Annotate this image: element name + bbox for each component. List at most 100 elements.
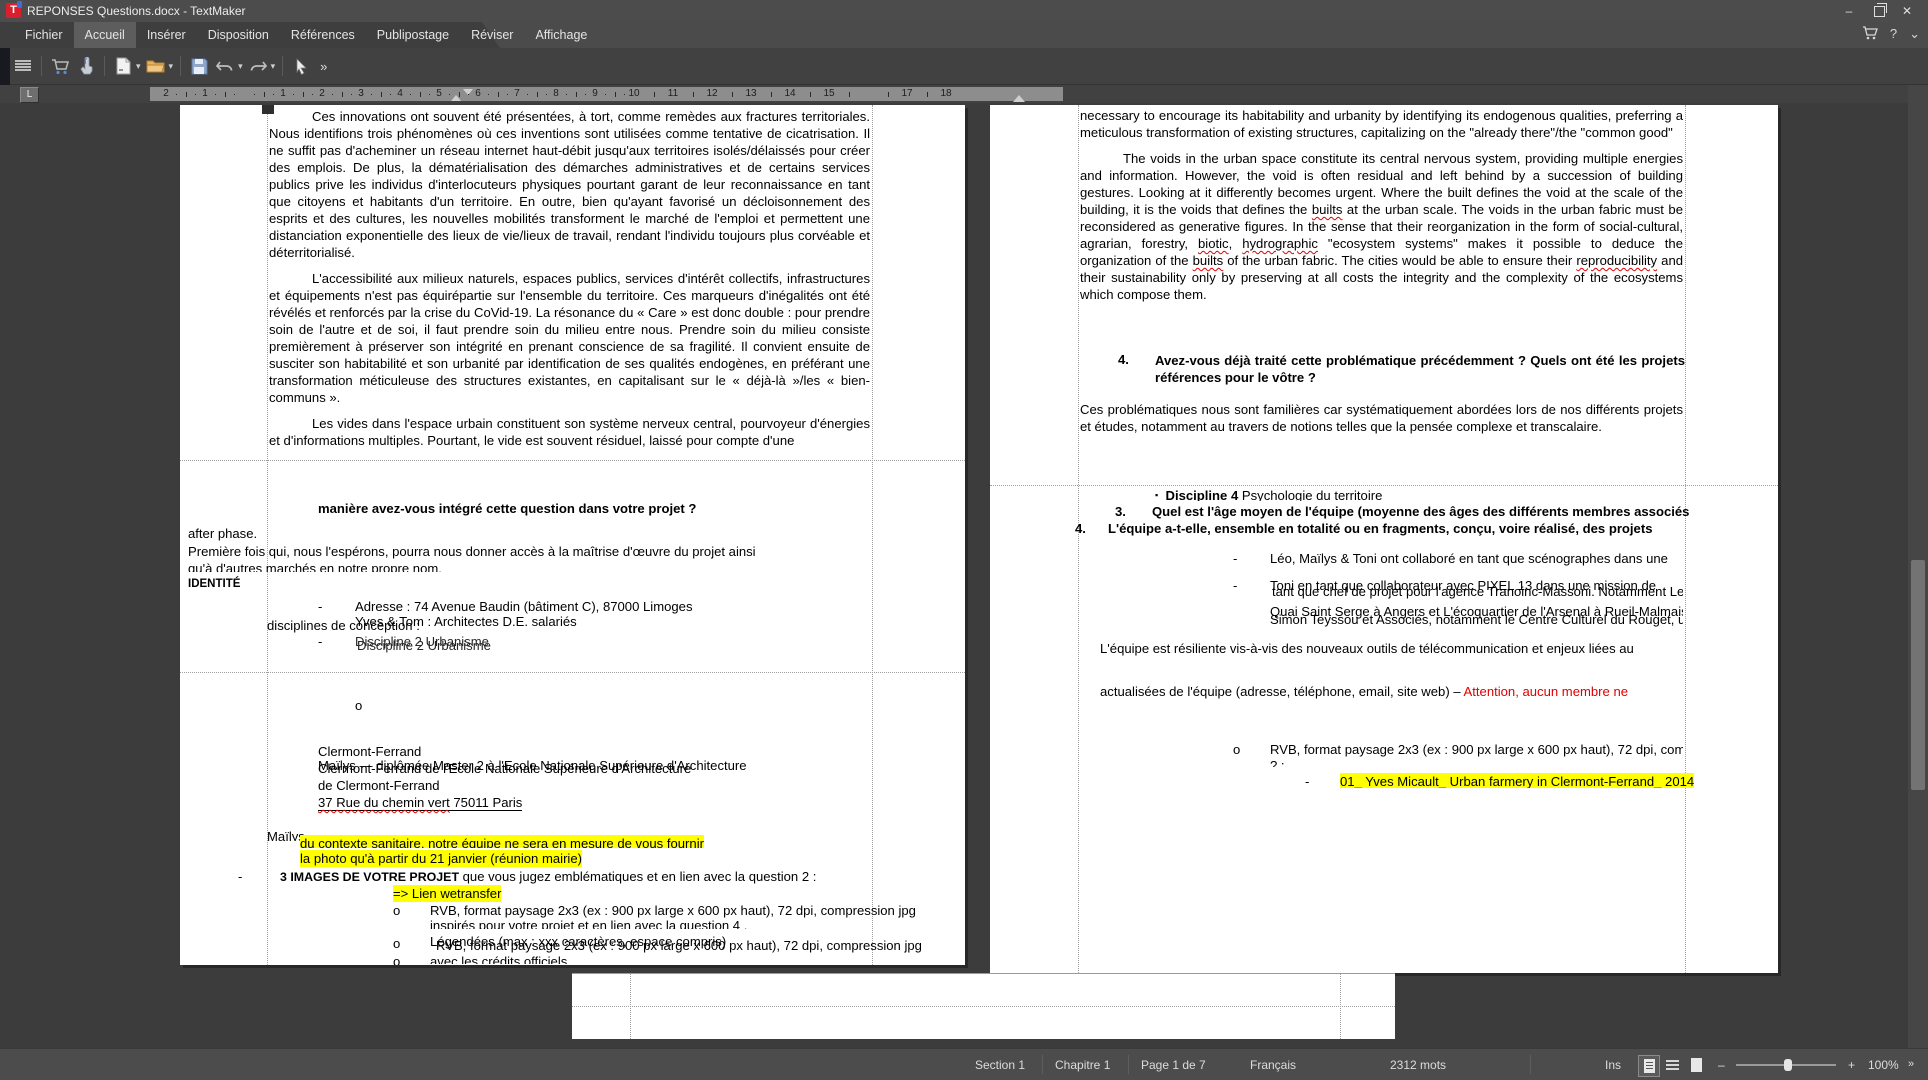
touch-mode-icon[interactable] [73,53,99,79]
status-chapter[interactable]: Chapitre 1 [1055,1058,1110,1072]
open-folder-dropdown-icon[interactable]: ▾ [169,61,174,72]
ruler-mark: 14 [784,88,795,99]
restore-button[interactable] [1866,2,1892,20]
undo-dropdown-icon[interactable]: ▾ [238,61,243,72]
cart-icon[interactable] [1862,26,1878,43]
overlapped-text: Toni en tant que collaborateur avec PIXE… [1270,577,1683,601]
textmaker-app-icon: T [6,3,21,18]
text-line: Léo, Maïlys & Toni ont collaboré en tant… [1270,550,1668,567]
highlighted-line: la photo qu'à partir du 21 janvier (réun… [300,850,582,867]
text-line: 3 IMAGES DE VOTRE PROJET que vous jugez … [280,868,816,886]
question-4b-heading: L'équipe a-t-elle, ensemble en totalité … [1108,520,1652,537]
text-line: actualisées de l'équipe (adresse, téléph… [1100,683,1683,700]
text-line: after phase. [188,525,257,542]
address-line: 37 Rue du chemin vert 75011 Paris [318,794,522,811]
redo-icon[interactable] [245,53,271,79]
menu-disposition[interactable]: Disposition [197,22,280,48]
menu-fichier[interactable]: Fichier [14,22,74,48]
paragraph: The voids in the urban space constitute … [1080,150,1683,303]
text-line: IDENTITÉ [188,576,240,587]
highlighted-line: du contexte sanitaire, notre équipe ne s… [300,835,704,848]
ruler-mark: 1 [202,88,208,99]
minimize-button[interactable]: – [1836,2,1862,20]
redo-dropdown-icon[interactable]: ▾ [271,61,276,72]
hamburger-icon[interactable] [10,53,36,79]
status-section[interactable]: Section 1 [975,1058,1025,1072]
overlapped-text: Légendées (max : xxx caractères, espace … [430,933,870,953]
page2-top-text: necessary to encourage its habitability … [1080,107,1683,312]
status-bar: Section 1 Chapitre 1 Page 1 de 7 Françai… [0,1048,1928,1080]
ruler-mark: 12 [706,88,717,99]
view-draft-icon[interactable] [1662,1055,1682,1075]
overlapped-text: Quai Saint Serge à Angers et L'écoquarti… [1270,603,1683,629]
toolbar-overflow-icon[interactable]: » [320,59,327,74]
list-dash: - [1305,773,1309,790]
view-normal-icon[interactable] [1638,1055,1660,1077]
text-line: ▪ Discipline 4 Psychologie du territoire [1155,487,1382,501]
paragraph: Les vides dans l'espace urbain constitue… [269,415,870,449]
list-bullet: o [355,697,362,714]
right-indent-marker[interactable] [1013,95,1025,102]
question-3-number: 3. [1115,503,1126,520]
vertical-scrollbar[interactable] [1908,85,1928,1048]
zoom-slider-thumb[interactable] [1784,1059,1792,1071]
status-word-count[interactable]: 2312 mots [1390,1058,1446,1072]
new-document-icon[interactable] [110,53,136,79]
title-bar: T REPONSES Questions.docx - TextMaker – … [0,0,1928,22]
scrollbar-thumb[interactable] [1911,560,1925,790]
left-indent-marker[interactable] [451,95,461,101]
undo-icon[interactable] [212,53,238,79]
list-dash: - [238,868,242,885]
status-language[interactable]: Français [1250,1058,1296,1072]
menu-inserer[interactable]: Insérer [136,22,197,48]
paragraph: Ces innovations ont souvent été présenté… [269,108,870,261]
open-folder-icon[interactable] [143,53,169,79]
list-bullet: o [1233,741,1240,758]
ruler-mark: 1 [280,88,286,99]
page-3-partial[interactable] [572,973,1395,1039]
question-3-heading: Quel est l'âge moyen de l'équipe (moyenn… [1152,503,1689,520]
zoom-in-button[interactable]: + [1848,1058,1855,1072]
new-document-dropdown-icon[interactable]: ▾ [136,61,141,72]
ruler-mark: 3 [358,88,364,99]
ruler-mark: 7 [514,88,520,99]
paragraph: Ces problématiques nous sont familières … [1080,401,1683,444]
zoom-out-button[interactable]: – [1718,1058,1725,1072]
heading: manière avez-vous intégré cette question… [318,500,696,517]
chevron-down-icon[interactable]: ⌄ [1909,26,1920,43]
ruler-mark: 8 [553,88,559,99]
close-button[interactable]: ✕ [1894,2,1920,20]
ruler-mark: 13 [745,88,756,99]
view-preview-icon[interactable] [1686,1055,1706,1075]
list-dash: - [318,633,322,650]
page-1[interactable]: Ces innovations ont souvent été présenté… [180,105,965,965]
help-icon[interactable]: ? [1890,26,1897,43]
list-bullet: o [393,953,400,965]
zoom-slider-track[interactable] [1736,1064,1836,1066]
question-4-heading: 4. Avez-vous déjà traité cette problémat… [1118,352,1685,386]
ruler-mark: 11 [668,88,678,99]
menu-references[interactable]: Références [280,22,366,48]
cart-icon[interactable] [47,53,73,79]
ruler-mark: 2 [319,88,325,99]
page-2[interactable]: necessary to encourage its habitability … [990,105,1778,973]
ruler-mark: 5 [436,88,442,99]
save-icon[interactable] [186,53,212,79]
tab-stop-selector[interactable]: L [20,87,39,103]
zoom-level[interactable]: 100% [1868,1058,1899,1072]
ruler-track[interactable]: 211234567891011121314151718 [150,87,1063,101]
select-cursor-icon[interactable] [288,53,314,79]
text-line: L'équipe est résiliente vis-à-vis des no… [1100,640,1683,657]
menu-publipostage[interactable]: Publipostage [366,22,460,48]
ruler-mark: 6 [475,88,481,99]
menu-affichage[interactable]: Affichage [524,22,598,48]
status-page[interactable]: Page 1 de 7 [1141,1058,1206,1072]
menu-bar: Fichier Accueil Insérer Disposition Réfé… [0,22,1928,48]
ruler-mark: 17 [901,88,912,99]
statusbar-overflow-icon[interactable]: » [1908,1058,1914,1070]
text-line: inspirés pour votre projet et en lien av… [430,917,747,929]
text-line: qu'à d'autres marchés en notre propre no… [188,560,442,572]
menu-reviser[interactable]: Réviser [460,22,524,48]
menu-accueil[interactable]: Accueil [74,22,136,48]
status-insert-mode[interactable]: Ins [1605,1058,1621,1072]
